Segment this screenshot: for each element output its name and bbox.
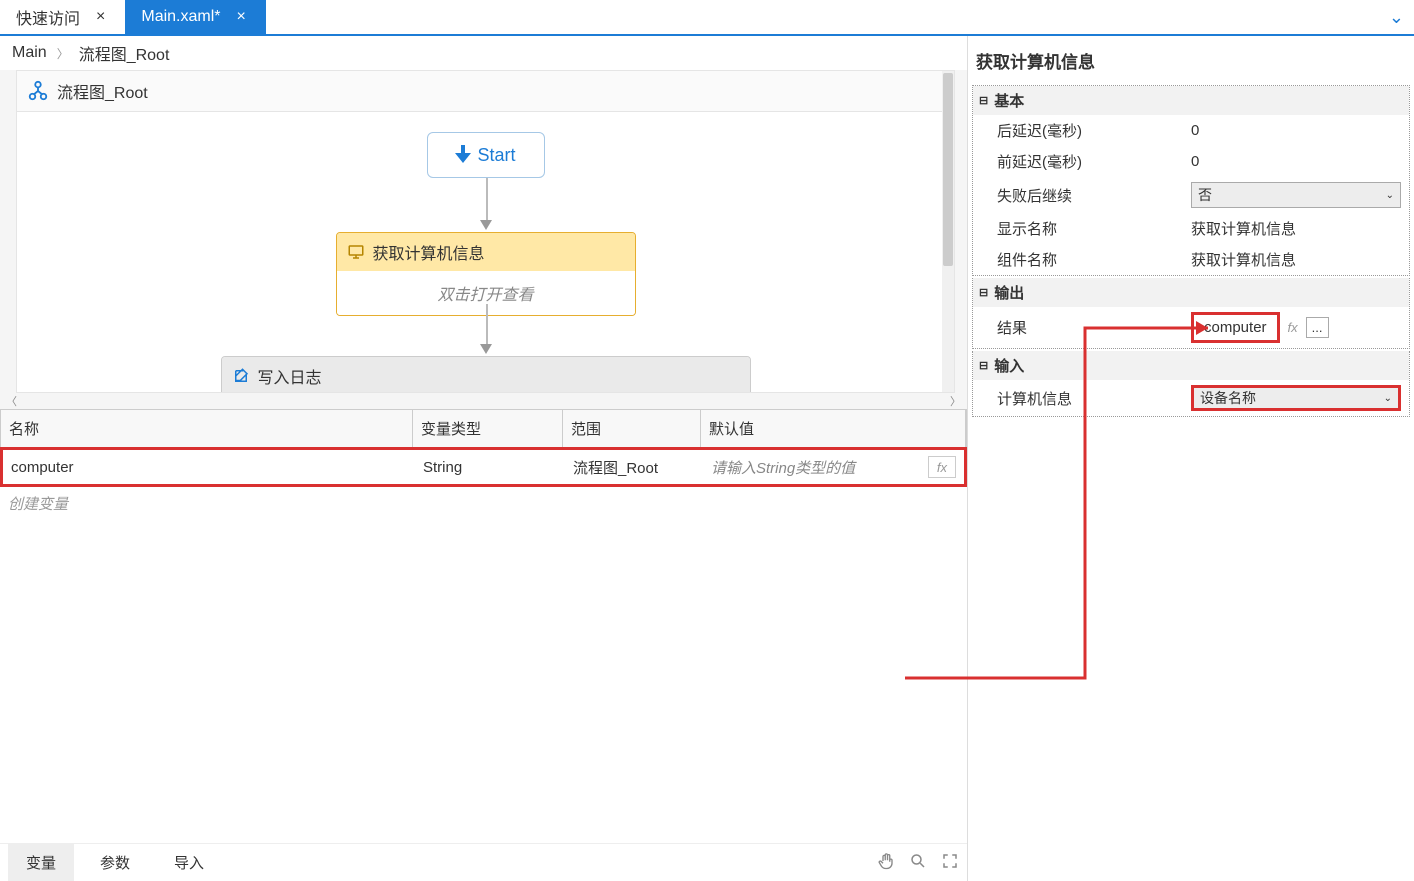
prop-continue-label: 失败后继续 (997, 185, 1191, 206)
var-default-placeholder[interactable]: 请输入String类型的值 (711, 457, 855, 478)
col-type[interactable]: 变量类型 (413, 410, 563, 447)
tab-label: Main.xaml* (141, 8, 220, 26)
col-default[interactable]: 默认值 (701, 410, 966, 447)
tabs-bar: 快速访问 × Main.xaml* × ⌄ (0, 0, 1414, 36)
connector-line (486, 304, 488, 346)
chevron-down-icon[interactable]: ⌄ (1389, 7, 1404, 28)
breadcrumb-item[interactable]: 流程图_Root (79, 41, 170, 65)
vertical-scrollbar[interactable] (942, 71, 954, 392)
col-name[interactable]: 名称 (1, 410, 413, 447)
var-scope-cell[interactable]: 流程图_Root (565, 451, 703, 484)
tab-quick-access[interactable]: 快速访问 × (0, 0, 125, 34)
close-icon[interactable]: × (233, 6, 250, 28)
start-node[interactable]: Start (427, 132, 545, 178)
hand-pan-icon[interactable] (877, 852, 895, 874)
section-input-header[interactable]: ⊟ 输入 (973, 351, 1409, 380)
activity-title-text: 获取计算机信息 (373, 240, 485, 264)
breadcrumb-item[interactable]: Main (12, 44, 47, 62)
log-title-text: 写入日志 (258, 364, 322, 388)
flowchart-icon (27, 80, 49, 102)
col-scope[interactable]: 范围 (563, 410, 701, 447)
prop-display-name-value[interactable]: 获取计算机信息 (1191, 218, 1401, 239)
monitor-icon (347, 243, 365, 261)
scroll-right-icon[interactable]: 〉 (950, 393, 961, 409)
fit-screen-icon[interactable] (941, 852, 959, 874)
collapse-icon: ⊟ (979, 94, 988, 107)
tab-main-xaml[interactable]: Main.xaml* × (125, 0, 265, 34)
var-name-cell[interactable]: computer (3, 453, 415, 482)
flowchart-title-bar: 流程图_Root (17, 71, 954, 112)
start-label: Start (477, 145, 515, 166)
var-type-cell[interactable]: String (415, 453, 565, 482)
section-basic-header[interactable]: ⊟ 基本 (973, 86, 1409, 115)
collapse-icon: ⊟ (979, 286, 988, 299)
scroll-left-icon[interactable]: 〈 (6, 393, 17, 409)
section-output-header[interactable]: ⊟ 输出 (973, 278, 1409, 307)
prop-result-value[interactable]: computer (1191, 312, 1280, 343)
variable-row[interactable]: computer String 流程图_Root 请输入String类型的值 f… (0, 447, 967, 487)
arrow-down-icon (480, 344, 492, 354)
prop-pre-delay-value[interactable]: 0 (1191, 153, 1401, 170)
edit-icon (232, 367, 250, 385)
start-arrow-icon (455, 145, 471, 165)
chevron-down-icon: ⌄ (1384, 393, 1392, 404)
collapse-icon: ⊟ (979, 359, 988, 372)
flowchart-canvas[interactable]: 流程图_Root Start 获取计算机信息 (0, 70, 967, 393)
fx-icon[interactable]: fx (928, 456, 956, 478)
tab-imports[interactable]: 导入 (156, 844, 222, 881)
bottom-tabs: 变量 参数 导入 (0, 843, 967, 881)
section-input: ⊟ 输入 计算机信息 设备名称 ⌄ (972, 351, 1410, 417)
properties-panel: 获取计算机信息 ⊟ 基本 后延迟(毫秒) 0 前延迟(毫秒) 0 失败后继续 (968, 36, 1414, 881)
activity-write-log[interactable]: 写入日志 Info ▼ fx (221, 356, 751, 393)
prop-component-name-label: 组件名称 (997, 249, 1191, 270)
chevron-down-icon: ⌄ (1386, 190, 1394, 201)
tab-params[interactable]: 参数 (82, 844, 148, 881)
arrow-down-icon (480, 220, 492, 230)
create-variable-hint[interactable]: 创建变量 (0, 487, 967, 520)
ellipsis-button[interactable]: ... (1306, 317, 1329, 338)
chevron-right-icon: 〉 (57, 45, 69, 62)
panel-title: 获取计算机信息 (972, 40, 1410, 85)
variables-header-row: 名称 变量类型 范围 默认值 (0, 409, 967, 448)
prop-continue-select[interactable]: 否 ⌄ (1191, 182, 1401, 208)
zoom-icon[interactable] (909, 852, 927, 874)
connector-line (486, 178, 488, 222)
prop-pre-delay-label: 前延迟(毫秒) (997, 151, 1191, 172)
section-basic: ⊟ 基本 后延迟(毫秒) 0 前延迟(毫秒) 0 失败后继续 否 (972, 85, 1410, 276)
tab-label: 快速访问 (16, 5, 80, 29)
prop-display-name-label: 显示名称 (997, 218, 1191, 239)
prop-result-label: 结果 (997, 317, 1191, 338)
breadcrumb: Main 〉 流程图_Root (0, 36, 967, 70)
prop-post-delay-label: 后延迟(毫秒) (997, 120, 1191, 141)
flowchart-title: 流程图_Root (57, 79, 148, 103)
prop-computer-info-label: 计算机信息 (997, 388, 1191, 409)
prop-computer-info-select[interactable]: 设备名称 ⌄ (1191, 385, 1401, 411)
horizontal-scrollbar[interactable]: 〈 〉 (0, 393, 967, 409)
prop-post-delay-value[interactable]: 0 (1191, 122, 1401, 139)
tab-variables[interactable]: 变量 (8, 844, 74, 881)
section-output: ⊟ 输出 结果 computer fx ... (972, 278, 1410, 349)
close-icon[interactable]: × (92, 6, 109, 28)
fx-icon[interactable]: fx (1284, 320, 1302, 335)
prop-component-name-value[interactable]: 获取计算机信息 (1191, 249, 1401, 270)
